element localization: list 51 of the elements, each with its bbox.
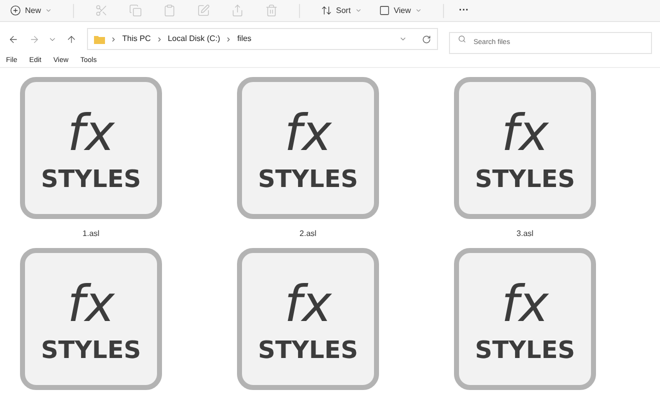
icon-fx-text: fx <box>284 278 332 330</box>
file-name[interactable]: 2.asl <box>300 228 316 240</box>
file-icon[interactable]: fx STYLES <box>454 248 596 390</box>
breadcrumb[interactable]: Local Disk (C:) <box>168 33 220 45</box>
more-button[interactable]: ··· <box>458 3 469 18</box>
refresh-icon[interactable] <box>422 34 430 44</box>
plus-icon <box>10 5 21 16</box>
file-icon[interactable]: fx STYLES <box>237 248 379 390</box>
delete-icon[interactable] <box>265 4 278 17</box>
new-button[interactable]: New <box>10 0 52 16</box>
breadcrumb[interactable]: This PC <box>122 33 151 45</box>
icon-styles-text: STYLES <box>40 336 141 364</box>
forward-icon[interactable] <box>28 34 40 44</box>
file-name[interactable]: 1.asl <box>82 228 100 240</box>
cut-icon[interactable] <box>95 4 108 17</box>
address-bar[interactable]: This PC Local Disk (C:) files <box>87 28 438 50</box>
file-icon[interactable]: fx STYLES <box>20 77 162 219</box>
caret-icon <box>414 7 422 14</box>
file-icon[interactable]: fx STYLES <box>20 248 162 390</box>
file-icon[interactable]: fx STYLES <box>237 77 379 219</box>
icon-styles-text: STYLES <box>258 165 358 193</box>
icon-styles-text: STYLES <box>474 336 575 364</box>
icon-fx-text: fx <box>67 278 115 330</box>
icon-fx-text: fx <box>67 107 115 159</box>
view-button[interactable]: View <box>378 4 422 16</box>
dropdown-icon[interactable] <box>398 35 406 43</box>
paste-icon[interactable] <box>163 4 176 17</box>
copy-icon[interactable] <box>129 4 142 17</box>
icon-fx-text: fx <box>501 107 549 159</box>
icon-styles-text: STYLES <box>474 165 575 193</box>
icon-fx-text: fx <box>284 107 332 159</box>
search-icon <box>458 35 466 43</box>
share-icon[interactable] <box>231 4 244 17</box>
separator-icon <box>225 36 232 42</box>
sort-button[interactable]: Sort <box>321 4 362 16</box>
icon-fx-text: fx <box>501 278 549 330</box>
file-name[interactable]: 3.asl <box>516 228 534 240</box>
file-icon[interactable]: fx STYLES <box>454 77 596 219</box>
separator-icon <box>156 36 163 42</box>
caret-icon <box>354 7 362 14</box>
icon-styles-text: STYLES <box>40 165 141 193</box>
back-icon[interactable] <box>8 34 19 44</box>
up-icon[interactable] <box>66 34 78 44</box>
view-icon <box>378 5 390 16</box>
folder-icon <box>94 34 106 44</box>
caret-icon <box>45 7 52 14</box>
separator-icon <box>110 36 118 42</box>
sort-icon <box>321 5 332 16</box>
rename-icon[interactable] <box>197 4 210 17</box>
icon-styles-text: STYLES <box>258 336 358 364</box>
breadcrumb[interactable]: files <box>237 33 252 45</box>
